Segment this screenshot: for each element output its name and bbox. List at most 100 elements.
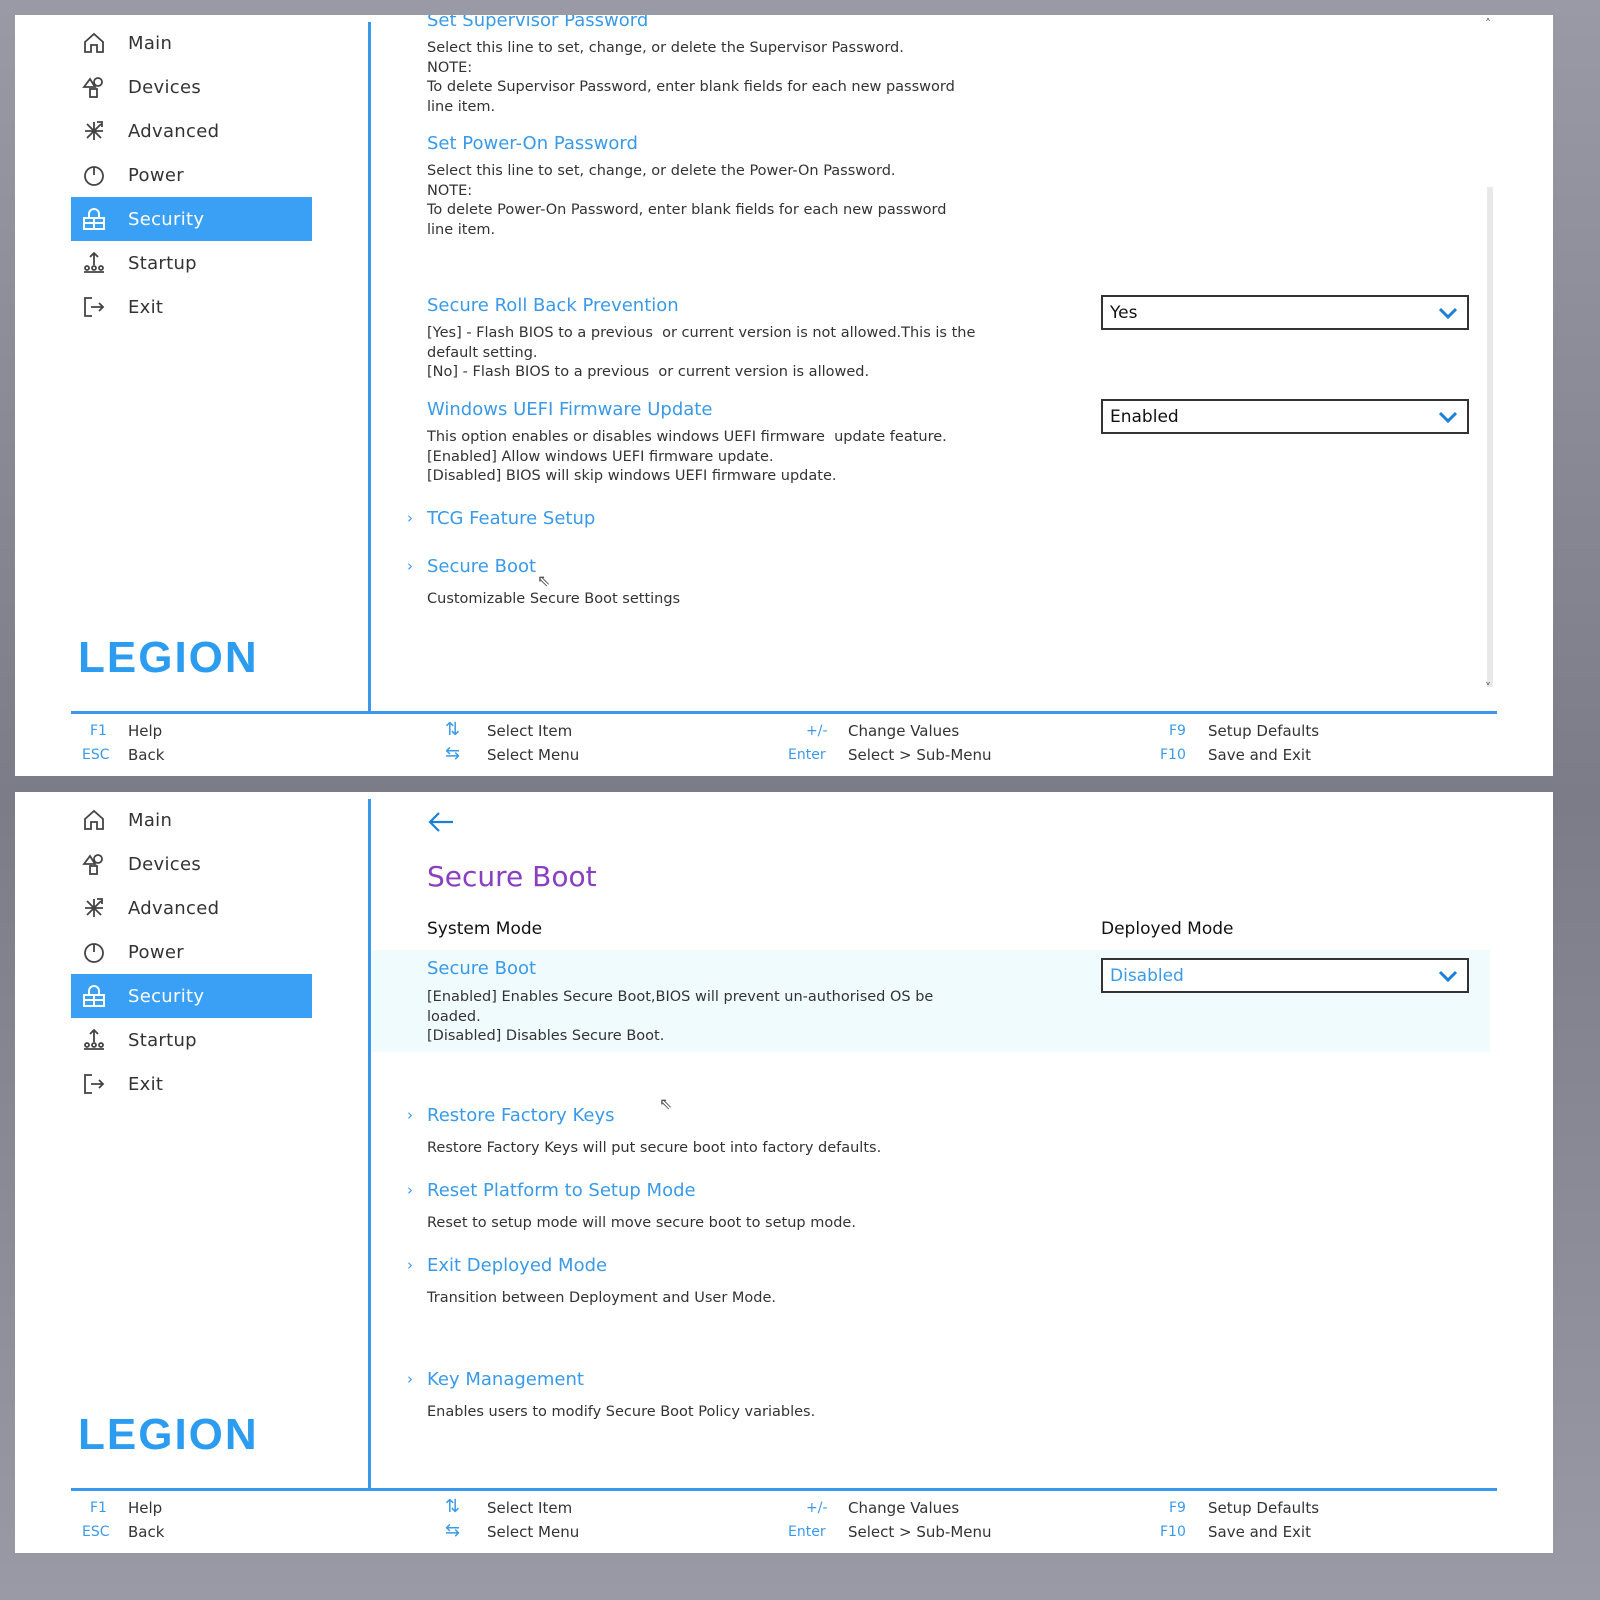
esc-key: ESC [82, 1524, 110, 1540]
page-title: Secure Boot [427, 860, 597, 893]
power-icon [81, 939, 107, 965]
tcg-feature-setup[interactable]: TCG Feature Setup [427, 508, 595, 529]
esc-key: ESC [82, 747, 110, 763]
sidebar-item-devices[interactable]: Devices [71, 842, 312, 886]
mouse-cursor-icon: ⇖ [659, 1094, 673, 1113]
devices-icon [81, 74, 107, 100]
left-right-arrows-icon: ⇆ [445, 1520, 461, 1541]
set-supervisor-password[interactable]: Set Supervisor Password [427, 15, 648, 31]
help-label: Help [128, 1499, 163, 1517]
reset-desc: Reset to setup mode will move secure boo… [427, 1215, 856, 1231]
chevron-right-icon: › [407, 1370, 413, 1388]
scroll-up-icon[interactable]: ˄ [1485, 17, 1491, 31]
system-mode-value: Deployed Mode [1101, 919, 1234, 939]
sidebar-item-security[interactable]: Security [71, 197, 312, 241]
supervisor-desc: Select this line to set, change, or dele… [427, 40, 955, 115]
select-item-label: Select Item [487, 1499, 573, 1517]
startup-icon [81, 1027, 107, 1053]
plus-minus-key: +/- [806, 723, 828, 739]
startup-icon [81, 250, 107, 276]
chevron-down-icon [1438, 970, 1458, 982]
enter-key: Enter [788, 1524, 826, 1540]
sub-menu-label: Select > Sub-Menu [848, 1523, 992, 1541]
setup-defaults-label: Setup Defaults [1208, 1499, 1320, 1517]
secure-boot-setting-desc: [Enabled] Enables Secure Boot,BIOS will … [427, 989, 934, 1044]
sidebar-item-power[interactable]: Power [71, 153, 312, 197]
plus-minus-key: +/- [806, 1500, 828, 1516]
restore-factory-keys[interactable]: Restore Factory Keys [427, 1105, 615, 1126]
lock-icon [81, 206, 107, 232]
up-down-arrows-icon: ⇅ [445, 1496, 461, 1517]
chevron-down-icon [1438, 307, 1458, 319]
sidebar-item-advanced[interactable]: Advanced [71, 109, 312, 153]
advanced-icon [81, 895, 107, 921]
enter-key: Enter [788, 747, 826, 763]
exit-deployed-mode[interactable]: Exit Deployed Mode [427, 1255, 607, 1276]
rollback-desc: [Yes] - Flash BIOS to a previous or curr… [427, 325, 976, 380]
exit-icon [81, 294, 107, 320]
sub-menu-label: Select > Sub-Menu [848, 746, 992, 764]
key-management[interactable]: Key Management [427, 1369, 584, 1390]
divider [368, 22, 371, 712]
power-icon [81, 162, 107, 188]
sidebar-item-main[interactable]: Main [71, 21, 312, 65]
scroll-down-icon[interactable]: ˅ [1485, 681, 1491, 695]
back-arrow-icon[interactable] [427, 810, 455, 834]
change-values-label: Change Values [848, 722, 960, 740]
chevron-right-icon: › [407, 1106, 413, 1124]
rollback-dropdown[interactable]: Yes [1101, 295, 1469, 330]
legion-logo: LEGION [78, 633, 259, 682]
exit-icon [81, 1071, 107, 1097]
legion-logo: LEGION [78, 1410, 259, 1459]
advanced-icon [81, 118, 107, 144]
secure-boot-link[interactable]: Secure Boot [427, 556, 536, 577]
chevron-right-icon: › [407, 509, 413, 527]
secure-boot-dropdown[interactable]: Disabled [1101, 958, 1469, 993]
bios-secure-boot-panel: Main Devices Advanced Power Security Sta… [15, 792, 1553, 1553]
sidebar-item-advanced[interactable]: Advanced [71, 886, 312, 930]
setup-defaults-label: Setup Defaults [1208, 722, 1320, 740]
chevron-right-icon: › [407, 1181, 413, 1199]
secure-roll-back-prevention[interactable]: Secure Roll Back Prevention [427, 295, 679, 316]
poweron-desc: Select this line to set, change, or dele… [427, 163, 947, 238]
f9-key: F9 [1169, 1500, 1186, 1516]
key-management-desc: Enables users to modify Secure Boot Poli… [427, 1404, 816, 1420]
save-exit-label: Save and Exit [1208, 1523, 1311, 1541]
f10-key: F10 [1160, 1524, 1186, 1540]
back-label: Back [128, 746, 165, 764]
mouse-cursor-icon: ⇖ [537, 571, 551, 590]
sidebar-item-devices[interactable]: Devices [71, 65, 312, 109]
f1-key: F1 [90, 1500, 107, 1516]
system-mode-label: System Mode [427, 919, 543, 939]
sidebar-item-startup[interactable]: Startup [71, 1018, 312, 1062]
devices-icon [81, 851, 107, 877]
sidebar-item-security[interactable]: Security [71, 974, 312, 1018]
f9-key: F9 [1169, 723, 1186, 739]
scrollbar[interactable] [1487, 187, 1493, 687]
reset-platform-setup-mode[interactable]: Reset Platform to Setup Mode [427, 1180, 696, 1201]
select-menu-label: Select Menu [487, 746, 580, 764]
divider [71, 711, 1497, 714]
sidebar-item-power[interactable]: Power [71, 930, 312, 974]
chevron-right-icon: › [407, 1256, 413, 1274]
uefi-dropdown[interactable]: Enabled [1101, 399, 1469, 434]
divider [71, 1488, 1497, 1491]
f1-key: F1 [90, 723, 107, 739]
set-power-on-password[interactable]: Set Power-On Password [427, 133, 638, 154]
left-right-arrows-icon: ⇆ [445, 743, 461, 764]
uefi-desc: This option enables or disables windows … [427, 429, 947, 484]
secure-boot-setting[interactable]: Secure Boot [427, 958, 536, 979]
sidebar-item-startup[interactable]: Startup [71, 241, 312, 285]
exit-deployed-desc: Transition between Deployment and User M… [427, 1290, 777, 1306]
sidebar-item-exit[interactable]: Exit [71, 285, 312, 329]
bios-security-panel: Main Devices Advanced Power Security Sta… [15, 15, 1553, 776]
sidebar-item-exit[interactable]: Exit [71, 1062, 312, 1106]
chevron-down-icon [1438, 411, 1458, 423]
help-label: Help [128, 722, 163, 740]
f10-key: F10 [1160, 747, 1186, 763]
sidebar-item-main[interactable]: Main [71, 798, 312, 842]
restore-desc: Restore Factory Keys will put secure boo… [427, 1140, 882, 1156]
home-icon [81, 807, 107, 833]
windows-uefi-firmware-update[interactable]: Windows UEFI Firmware Update [427, 399, 712, 420]
home-icon [81, 30, 107, 56]
